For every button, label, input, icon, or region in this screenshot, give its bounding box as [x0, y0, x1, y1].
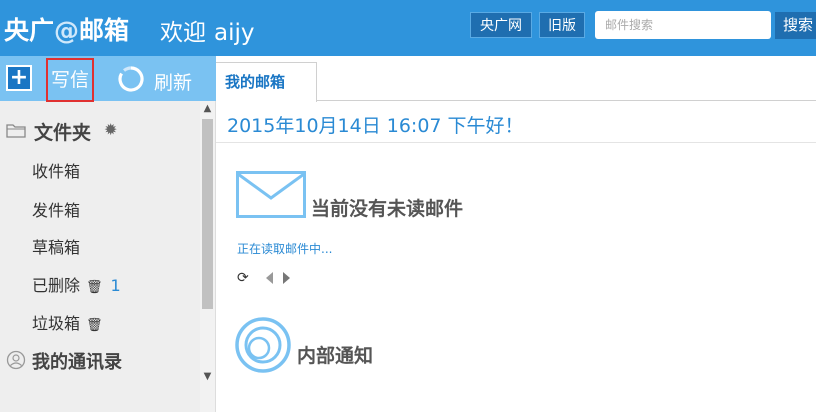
folder-icon: [6, 124, 26, 138]
gear-icon[interactable]: ✹: [104, 120, 117, 139]
notice-title: 内部通知: [297, 345, 374, 367]
sidebar-item-label: 草稿箱: [32, 238, 81, 257]
sidebar-item-sent[interactable]: 发件箱: [32, 197, 80, 221]
sidebar-item-label: 垃圾箱: [32, 314, 81, 333]
logo-part1: 央广: [4, 16, 55, 45]
scroll-up-icon[interactable]: ▲: [200, 101, 215, 117]
sidebar-item-inbox[interactable]: 收件箱: [32, 158, 80, 182]
notice-icon: [235, 317, 291, 373]
old-version-link[interactable]: 旧版: [539, 12, 585, 38]
tab-my-mailbox[interactable]: 我的邮箱: [216, 62, 317, 102]
contacts-title: 我的通讯录: [32, 352, 122, 373]
sidebar-item-label: 发件箱: [32, 201, 81, 220]
prev-arrow-icon[interactable]: [264, 270, 274, 286]
greeting-text: 2015年10月14日 16:07 下午好！: [227, 115, 524, 137]
sidebar-item-deleted[interactable]: 已删除 🗑 1: [32, 272, 121, 296]
sidebar-item-label: 已删除: [32, 276, 81, 295]
logo-at: @: [54, 16, 80, 45]
compose-button[interactable]: 写信: [46, 58, 94, 102]
plus-icon[interactable]: +: [6, 65, 32, 91]
welcome-message: 欢迎 aijy: [160, 13, 255, 47]
folders-title: 文件夹: [34, 122, 92, 144]
username: aijy: [214, 20, 255, 46]
mail-toolbar: + 写信 刷新: [0, 56, 216, 102]
scroll-down-icon[interactable]: ▼: [200, 369, 215, 385]
top-bar: 央广@邮箱 欢迎 aijy 央广网 旧版 搜索: [0, 0, 816, 56]
sidebar-item-drafts[interactable]: 草稿箱: [32, 234, 80, 258]
trash-icon[interactable]: 🗑: [86, 318, 103, 333]
logo-part2: 邮箱: [79, 16, 130, 45]
welcome-label: 欢迎: [160, 20, 206, 46]
envelope-icon: [236, 171, 306, 218]
search-button[interactable]: 搜索: [775, 12, 816, 39]
loading-text: 正在读取邮件中...: [237, 242, 333, 256]
unread-title: 当前没有未读邮件: [311, 198, 464, 220]
tab-bar: 我的邮箱: [216, 56, 816, 102]
refresh-icon[interactable]: [117, 65, 145, 93]
trash-icon[interactable]: 🗑: [86, 280, 103, 295]
cctv-link[interactable]: 央广网: [470, 12, 532, 38]
contacts-icon: [6, 350, 26, 370]
sidebar: + 写信 刷新 文件夹 ✹ 收件箱 发件箱 草稿箱 已删除 🗑 1 垃圾箱 🗑 我的通…: [0, 56, 216, 412]
scroll-thumb[interactable]: [202, 119, 213, 309]
divider: [216, 142, 816, 143]
refresh-button[interactable]: 刷新: [154, 68, 192, 95]
search-input[interactable]: [595, 11, 771, 39]
sync-icon[interactable]: ⟳: [237, 270, 249, 286]
sidebar-item-spam[interactable]: 垃圾箱 🗑: [32, 310, 103, 334]
app-logo: 央广@邮箱: [4, 11, 129, 47]
deleted-count: 1: [110, 276, 121, 295]
sidebar-scrollbar[interactable]: ▲ ▼: [200, 101, 215, 412]
sidebar-item-label: 收件箱: [32, 162, 81, 181]
next-arrow-icon[interactable]: [282, 270, 292, 286]
